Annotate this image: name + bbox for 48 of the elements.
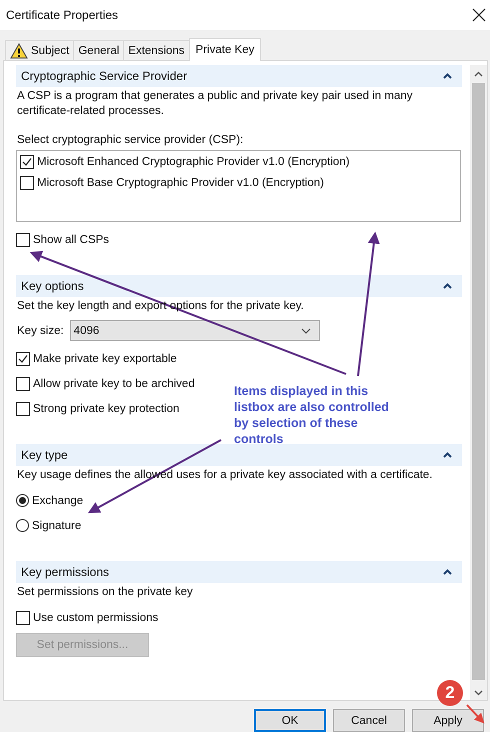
tab[interactable]: Private Key <box>188 38 262 61</box>
section-description: A CSP is a program that generates a public and private key pair used in many certificate-related processes. <box>17 89 414 119</box>
window-title: Certificate Properties <box>6 8 118 22</box>
section-header[interactable]: Key type <box>16 444 462 466</box>
checkbox-label[interactable]: Make private key exportable <box>33 352 177 364</box>
radio-label[interactable]: Exchange <box>32 494 84 506</box>
scroll-thumb[interactable] <box>472 83 485 680</box>
caret-icon[interactable] <box>443 452 452 458</box>
caret-icon[interactable] <box>443 73 452 79</box>
list-item[interactable]: Microsoft Base Cryptographic Provider v1.0 (Encryption) <box>37 177 324 189</box>
checkbox-label[interactable]: Use custom permissions <box>33 612 158 624</box>
chevron-down-icon <box>300 328 311 334</box>
key-size-dropdown[interactable]: 4096 <box>70 320 320 341</box>
section-header[interactable]: Cryptographic Service Provider <box>16 65 462 87</box>
scroll-up-icon[interactable] <box>474 71 483 77</box>
section-header[interactable]: Key permissions <box>16 561 462 583</box>
list-label: Select cryptographic service provider (CSP): <box>17 134 244 146</box>
dialog-button[interactable]: Cancel <box>333 709 405 732</box>
checkbox-label[interactable]: Allow private key to be archived <box>33 378 195 390</box>
caret-icon[interactable] <box>443 569 452 575</box>
checkbox-label[interactable]: Strong private key protection <box>33 402 180 414</box>
section-header[interactable]: Key options <box>16 275 462 297</box>
field-label: Key size: <box>17 324 64 336</box>
dialog-button[interactable]: Apply <box>412 709 484 732</box>
section-description: Set permissions on the private key <box>17 585 193 600</box>
radio-button[interactable] <box>16 519 29 532</box>
caret-icon[interactable] <box>443 283 452 289</box>
checkbox[interactable] <box>16 402 30 416</box>
csp-listbox[interactable]: Microsoft Enhanced Cryptographic Provider v1.0 (Encryption) Microsoft Base Cryptographic Provider v1.0 (Encryption) <box>16 150 461 222</box>
checkbox-label[interactable]: Show all CSPs <box>33 234 110 246</box>
scrollbar[interactable] <box>470 65 487 700</box>
section-description: Set the key length and export options for the private key. <box>17 299 304 314</box>
warning-icon <box>10 42 28 58</box>
close-icon[interactable] <box>472 8 486 22</box>
radio-label[interactable]: Signature <box>32 520 82 532</box>
checkbox[interactable] <box>16 352 30 366</box>
checkbox[interactable] <box>16 610 30 624</box>
checkbox[interactable] <box>16 232 30 246</box>
checkbox[interactable] <box>20 176 34 190</box>
radio-button[interactable] <box>16 494 29 507</box>
tab[interactable]: Subject <box>5 40 74 60</box>
dialog-button[interactable]: OK <box>254 709 326 732</box>
annotation-text: Items displayed in this listbox are also controlled by selection of these controls <box>234 383 390 447</box>
pointer-arrow <box>466 704 484 724</box>
checkbox[interactable] <box>16 376 30 390</box>
checkbox[interactable] <box>20 155 34 169</box>
list-item[interactable]: Microsoft Enhanced Cryptographic Provider v1.0 (Encryption) <box>37 156 350 168</box>
scroll-down-icon[interactable] <box>474 690 483 696</box>
